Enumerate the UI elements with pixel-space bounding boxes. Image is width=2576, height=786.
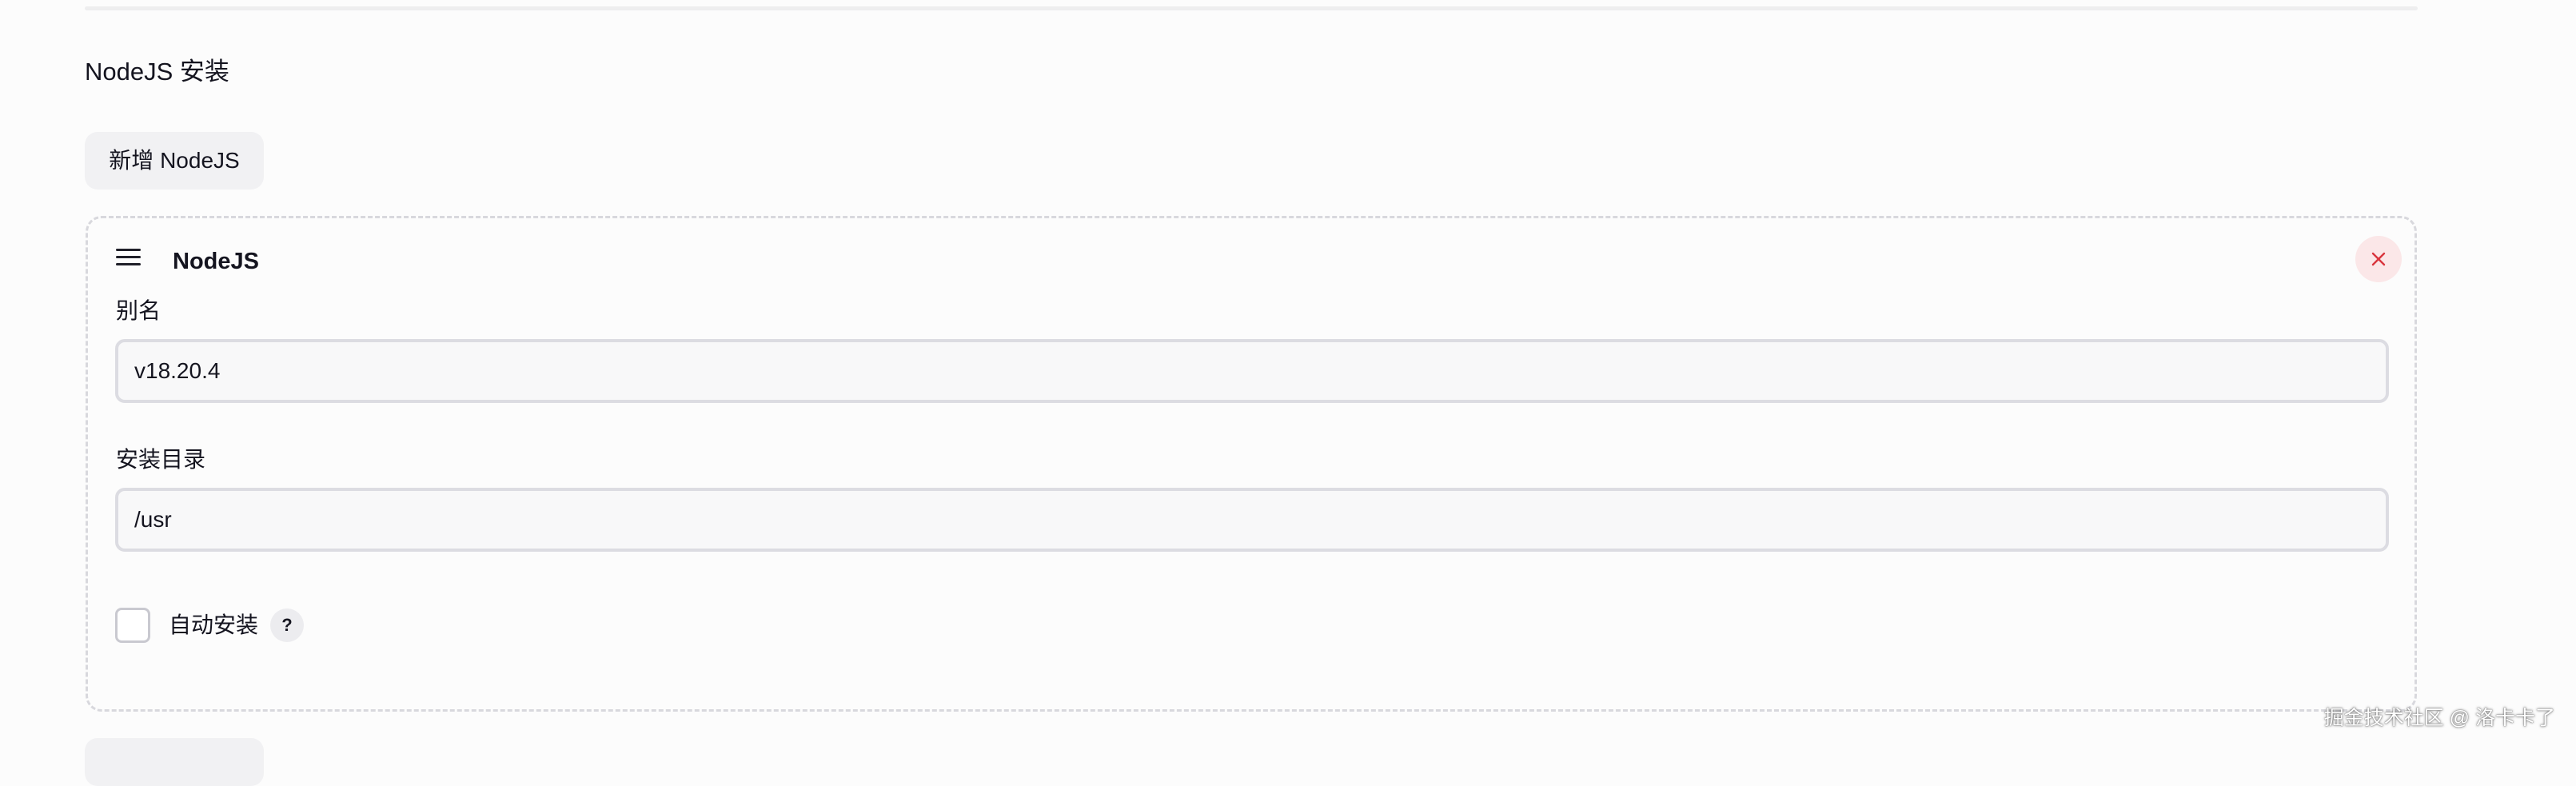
install-directory-label: 安装目录 — [116, 447, 206, 472]
install-directory-input[interactable] — [115, 488, 2389, 552]
section-title: NodeJS 安装 — [85, 58, 229, 86]
auto-install-label[interactable]: 自动安装 — [169, 609, 258, 641]
auto-install-checkbox[interactable] — [115, 608, 150, 643]
watermark: 掘金技术社区 @ 洛卡卡了 — [2323, 707, 2555, 729]
alias-label: 别名 — [116, 298, 161, 323]
card-title: NodeJS — [173, 249, 259, 274]
help-button[interactable]: ? — [270, 608, 304, 642]
alias-input[interactable] — [115, 339, 2389, 403]
top-divider — [85, 6, 2418, 10]
close-icon — [2371, 252, 2386, 266]
menu-icon[interactable] — [116, 248, 142, 267]
add-nodejs-button[interactable]: 新增 NodeJS — [85, 132, 264, 190]
next-add-button-peek[interactable] — [85, 738, 264, 786]
nodejs-installation-card: NodeJS 别名 安装目录 自动安装 ? — [86, 216, 2417, 712]
delete-button[interactable] — [2355, 236, 2402, 282]
